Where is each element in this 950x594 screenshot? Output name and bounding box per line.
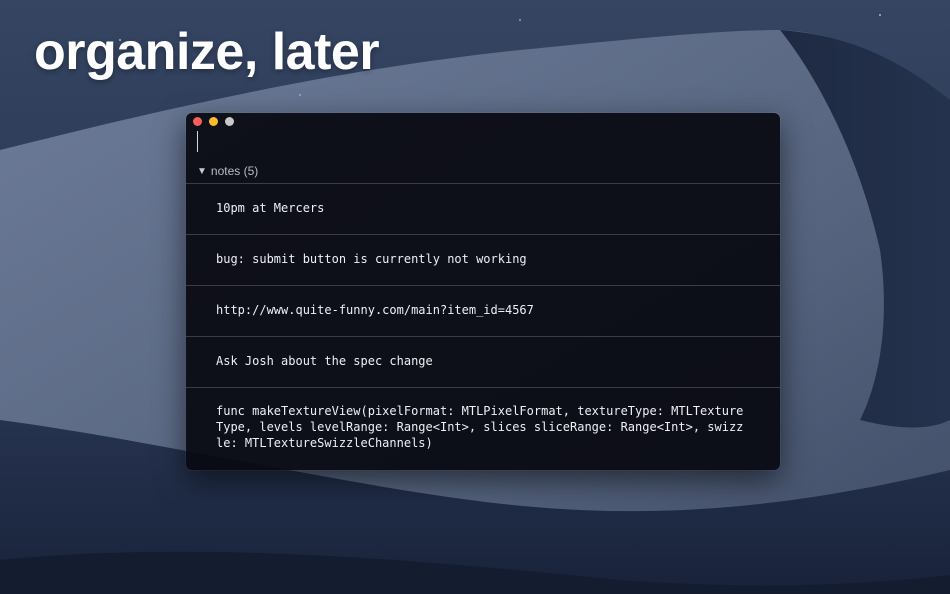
close-window-button[interactable]	[193, 117, 202, 126]
notes-window[interactable]: ▼ notes (5) 10pm at Mercers bug: submit …	[186, 113, 780, 470]
text-input-cursor[interactable]	[197, 131, 198, 152]
headline-text: organize, later	[34, 23, 380, 81]
disclosure-triangle-icon[interactable]: ▼	[197, 166, 207, 177]
notes-group-header[interactable]: ▼ notes (5)	[197, 163, 258, 179]
zoom-window-button[interactable]	[225, 117, 234, 126]
notes-list: 10pm at Mercers bug: submit button is cu…	[186, 183, 780, 469]
list-item[interactable]: http://www.quite-funny.com/main?item_id=…	[186, 285, 780, 336]
list-item[interactable]: bug: submit button is currently not work…	[186, 234, 780, 285]
minimize-window-button[interactable]	[209, 117, 218, 126]
list-item[interactable]: func makeTextureView(pixelFormat: MTLPix…	[186, 387, 780, 469]
notes-group-label: notes (5)	[210, 164, 259, 178]
list-item[interactable]: 10pm at Mercers	[186, 183, 780, 234]
window-controls	[193, 117, 234, 126]
list-item[interactable]: Ask Josh about the spec change	[186, 336, 780, 387]
